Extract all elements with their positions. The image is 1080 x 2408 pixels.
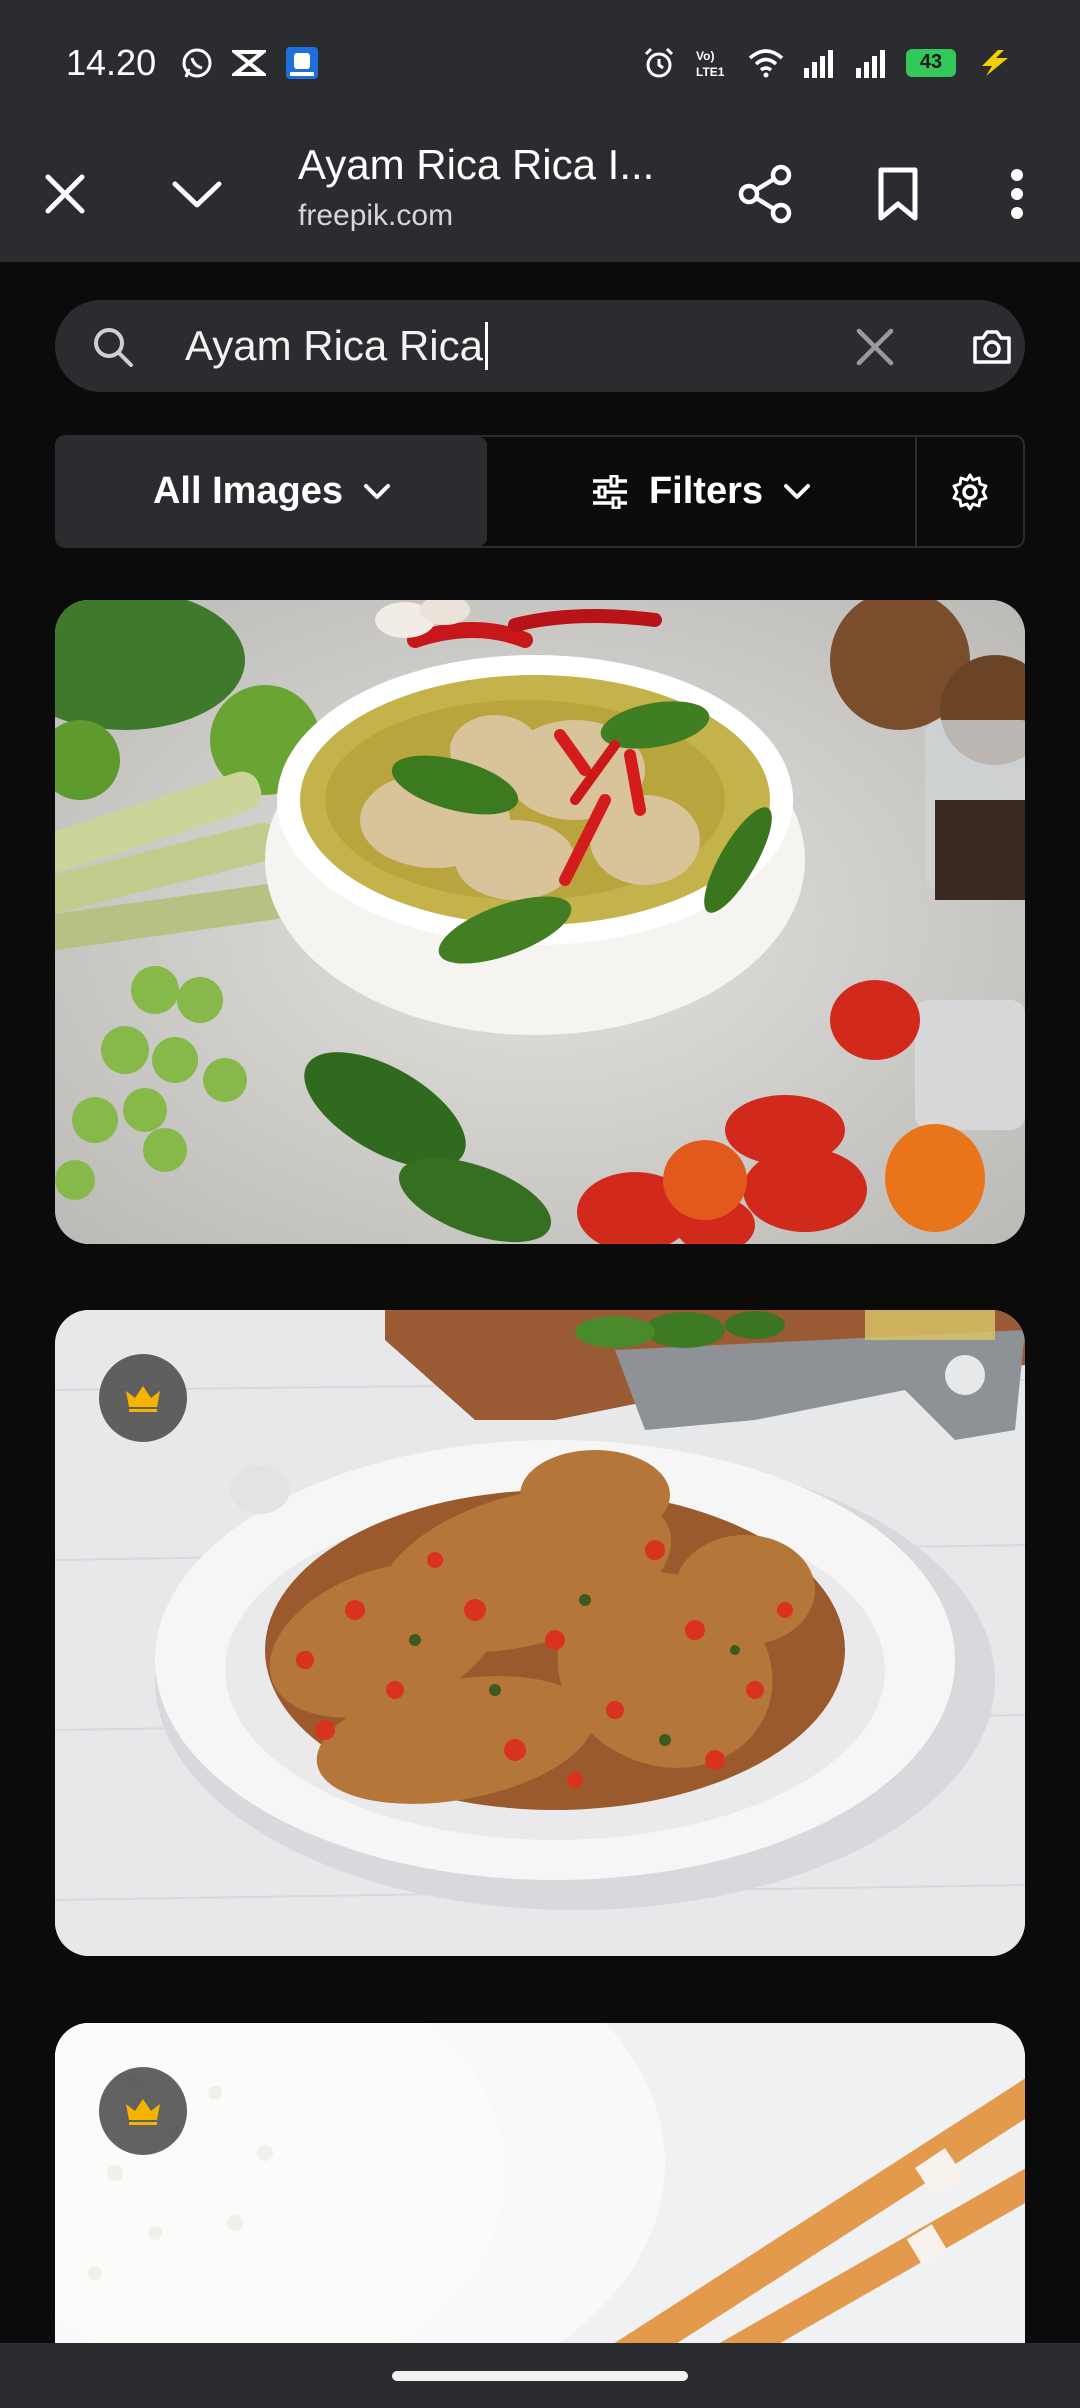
food-photo-rice — [55, 2023, 1025, 2343]
alarm-icon — [642, 46, 676, 80]
chevron-down-icon — [784, 483, 811, 499]
food-photo-curry — [55, 600, 1025, 1244]
collapse-button[interactable] — [142, 125, 252, 262]
filter-bar: All Images Filters — [55, 435, 1025, 548]
signal-2-icon — [854, 48, 888, 78]
status-time: 14.20 — [66, 41, 157, 83]
bookmark-button[interactable] — [843, 125, 953, 262]
chevron-down-icon — [364, 483, 391, 499]
image-result[interactable] — [55, 600, 1025, 1244]
volte-icon: Vo) LTE1 — [694, 46, 730, 80]
all-images-dropdown[interactable]: All Images — [57, 437, 487, 546]
image-search-button[interactable] — [965, 320, 1019, 374]
status-bar: 14.20 Vo) LTE1 43 — [0, 0, 1080, 125]
signal-1-icon — [802, 48, 836, 78]
status-right: Vo) LTE1 43 — [642, 46, 1014, 80]
premium-badge — [99, 1354, 187, 1442]
filters-label: Filters — [648, 470, 764, 512]
home-handle[interactable] — [392, 2370, 688, 2381]
search-icon — [90, 324, 136, 375]
gesture-navigation-bar — [0, 2343, 1080, 2408]
svg-text:LTE1: LTE1 — [696, 65, 725, 79]
all-images-label: All Images — [152, 470, 344, 512]
more-options-button[interactable] — [962, 125, 1072, 262]
store-app-icon — [284, 45, 320, 81]
crown-icon — [126, 2099, 160, 2125]
search-input[interactable]: Ayam Rica Rica — [185, 300, 483, 392]
page-domain: freepik.com — [298, 199, 454, 232]
text-cursor — [485, 322, 488, 370]
gear-icon — [952, 473, 988, 510]
share-button[interactable] — [710, 125, 820, 262]
search-bar[interactable]: Ayam Rica Rica — [55, 300, 1025, 392]
crown-icon — [126, 1386, 160, 1412]
app-notification-icon — [232, 48, 267, 78]
camera-icon — [973, 330, 1011, 364]
chevron-down-icon — [172, 181, 222, 207]
battery-level: 43 — [906, 48, 956, 77]
sliders-icon — [592, 474, 627, 509]
share-icon — [738, 164, 792, 223]
close-button[interactable] — [10, 125, 120, 262]
image-result[interactable] — [55, 2023, 1025, 2343]
page-title: Ayam Rica Rica I... — [298, 141, 655, 188]
image-result[interactable] — [55, 1310, 1025, 1956]
charging-icon — [974, 48, 1014, 78]
bookmark-icon — [878, 167, 918, 220]
whatsapp-icon — [180, 46, 214, 80]
filters-dropdown[interactable]: Filters — [487, 437, 917, 546]
wifi-icon — [748, 48, 784, 78]
clear-icon — [856, 328, 894, 366]
custom-tab-toolbar: Ayam Rica Rica I... freepik.com — [0, 125, 1080, 262]
premium-badge — [99, 2067, 187, 2155]
close-icon — [45, 174, 85, 213]
page-title-block[interactable]: Ayam Rica Rica I... freepik.com — [298, 135, 718, 233]
more-vert-icon — [1011, 168, 1023, 219]
clear-search-button[interactable] — [850, 322, 900, 372]
settings-button[interactable] — [917, 437, 1023, 546]
svg-text:Vo): Vo) — [696, 49, 714, 63]
status-left: 14.20 — [66, 42, 320, 84]
food-photo-rica-rica — [55, 1310, 1025, 1956]
